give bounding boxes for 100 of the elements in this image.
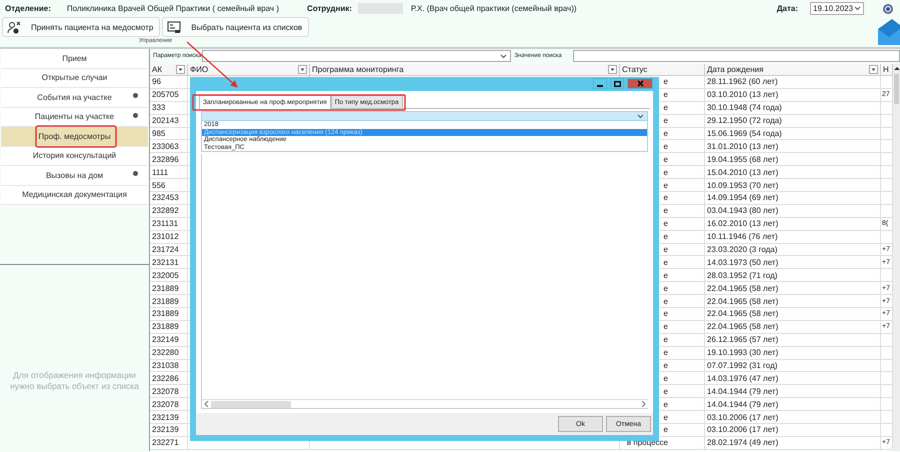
- table-cell: 19.10.1993 (30 лет): [705, 346, 881, 360]
- employee-label: Сотрудник:: [307, 4, 352, 13]
- table-cell: 232131: [150, 256, 188, 270]
- table-cell: 28.02.1974 (49 лет): [705, 436, 881, 450]
- sidebar-item[interactable]: Вызовы на дом: [1, 166, 148, 186]
- table-cell: 205705: [150, 88, 188, 102]
- search-value-field[interactable]: [572, 50, 900, 62]
- department-label: Отделение:: [5, 4, 51, 13]
- column-header[interactable]: ФИО: [188, 64, 310, 76]
- person-icon: [7, 20, 21, 34]
- table-cell: 232892: [150, 204, 188, 218]
- filter-icon[interactable]: [298, 65, 307, 74]
- table-cell: 28.11.1962 (60 лет): [705, 76, 881, 89]
- filter-icon[interactable]: [608, 65, 617, 74]
- table-cell: 232149: [150, 334, 188, 347]
- scrollbar[interactable]: [893, 64, 900, 451]
- department-name: Поликлиника Врачей Общей Практики ( семейный врач ): [66, 4, 279, 13]
- filter-icon[interactable]: [869, 65, 878, 74]
- table-cell: 22.04.1965 (58 лет): [705, 282, 881, 296]
- settings-icon[interactable]: [882, 2, 894, 14]
- table-cell: 232271: [150, 436, 188, 450]
- scroll-up-icon[interactable]: [894, 66, 900, 71]
- employee-name: Р.Х. (Врач общей практики (семейный врач)): [410, 4, 577, 13]
- toolbar-button[interactable]: Принять пациента на медосмотр: [2, 17, 160, 37]
- table-cell: 232280: [150, 346, 188, 360]
- table-cell: 232286: [150, 372, 188, 386]
- date-field[interactable]: 19.10.2023: [810, 2, 864, 15]
- envelope-icon[interactable]: [878, 19, 900, 45]
- screen-icon: [167, 20, 182, 34]
- table-cell: 231889: [150, 282, 188, 296]
- filter-icon[interactable]: [176, 65, 185, 74]
- table-cell: 22.04.1965 (58 лет): [705, 308, 881, 321]
- scroll-right-icon[interactable]: [641, 401, 646, 407]
- column-header[interactable]: Статус: [620, 64, 705, 76]
- sidebar-item[interactable]: Медицинская документация: [1, 186, 148, 205]
- table-cell: 14.04.1944 (79 лет): [705, 398, 881, 412]
- table-cell: 22.04.1965 (58 лет): [705, 320, 881, 334]
- table-cell: 07.07.1992 (31 год): [705, 360, 881, 372]
- close-icon: [636, 80, 644, 87]
- table-cell: 202143: [150, 114, 188, 128]
- table-cell: 231889: [150, 295, 188, 308]
- table-cell: 231012: [150, 230, 188, 244]
- table-cell: 231724: [150, 244, 188, 256]
- date-label: Дата:: [776, 4, 798, 13]
- column-header[interactable]: Программа мониторинга: [310, 64, 620, 76]
- table-cell: 985: [150, 128, 188, 140]
- maximize-icon: [614, 80, 620, 86]
- table-cell: 232139: [150, 411, 188, 424]
- horizontal-scrollbar[interactable]: [202, 399, 648, 408]
- table-cell: 14.09.1954 (69 лет): [705, 192, 881, 205]
- empty-state-text: Для отображения информации нужно выбрать объект из списка: [9, 370, 140, 392]
- table-cell: 333: [150, 102, 188, 115]
- minimize-icon: [597, 84, 603, 86]
- maximize-button[interactable]: [610, 78, 624, 89]
- sidebar-item[interactable]: История консультаций: [1, 146, 148, 166]
- table-cell: 14.03.1976 (47 лет): [705, 372, 881, 386]
- sidebar-item[interactable]: События на участке: [1, 88, 148, 108]
- table-cell: 22.04.1965 (58 лет): [705, 295, 881, 308]
- table-cell: 232005: [150, 269, 188, 282]
- table-cell: 10.09.1953 (70 лет): [705, 179, 881, 192]
- table-cell: 15.06.1969 (54 года): [705, 128, 881, 140]
- table-cell: 29.12.1950 (72 года): [705, 114, 881, 128]
- table-cell: 31.01.2010 (13 лет): [705, 140, 881, 154]
- table-cell: 232078: [150, 385, 188, 398]
- caret-icon: [637, 114, 644, 118]
- table-cell: 30.10.1948 (74 года): [705, 102, 881, 115]
- table-cell: 14.03.1973 (50 лет): [705, 256, 881, 270]
- table-cell: 232453: [150, 192, 188, 205]
- table-cell: 10.11.1946 (76 лет): [705, 230, 881, 244]
- table-cell: 96: [150, 76, 188, 89]
- table-cell: 03.10.2006 (17 лет): [705, 424, 881, 437]
- table-cell: 231889: [150, 308, 188, 321]
- table-cell: 1111: [150, 166, 188, 180]
- close-button[interactable]: [627, 78, 653, 89]
- table-cell: 03.04.1943 (80 лет): [705, 204, 881, 218]
- toolbar-button[interactable]: Выбрать пациента из списков: [162, 17, 310, 37]
- table-cell: 26.12.1965 (57 лет): [705, 334, 881, 347]
- table-cell: 232078: [150, 398, 188, 412]
- table-cell: 231038: [150, 360, 188, 372]
- sidebar-item[interactable]: Открытые случаи: [1, 68, 148, 88]
- table-cell: 03.10.2010 (13 лет): [705, 88, 881, 102]
- minimize-button[interactable]: [593, 78, 607, 89]
- table-cell: 23.03.2020 (3 года): [705, 244, 881, 256]
- table-cell: 15.04.2010 (13 лет): [705, 166, 881, 180]
- table-cell: 19.04.1955 (68 лет): [705, 153, 881, 166]
- scroll-left-icon[interactable]: [204, 401, 209, 407]
- column-header[interactable]: Н: [881, 64, 893, 76]
- table-cell: 03.10.2006 (17 лет): [705, 411, 881, 424]
- table-cell: 556: [150, 179, 188, 192]
- table-cell: 233063: [150, 140, 188, 154]
- column-header[interactable]: Дата рождения: [705, 64, 881, 76]
- table-cell: 14.04.1944 (79 лет): [705, 385, 881, 398]
- caret-icon: [854, 6, 861, 11]
- scroll-thumb[interactable]: [894, 74, 899, 104]
- caret-icon: [500, 54, 508, 58]
- sidebar-item[interactable]: Прием: [1, 49, 148, 68]
- sidebar-item[interactable]: Проф. медосмотры: [1, 127, 148, 146]
- table-cell: 231889: [150, 320, 188, 334]
- table-cell: 232139: [150, 424, 188, 437]
- column-header[interactable]: АК: [150, 64, 188, 76]
